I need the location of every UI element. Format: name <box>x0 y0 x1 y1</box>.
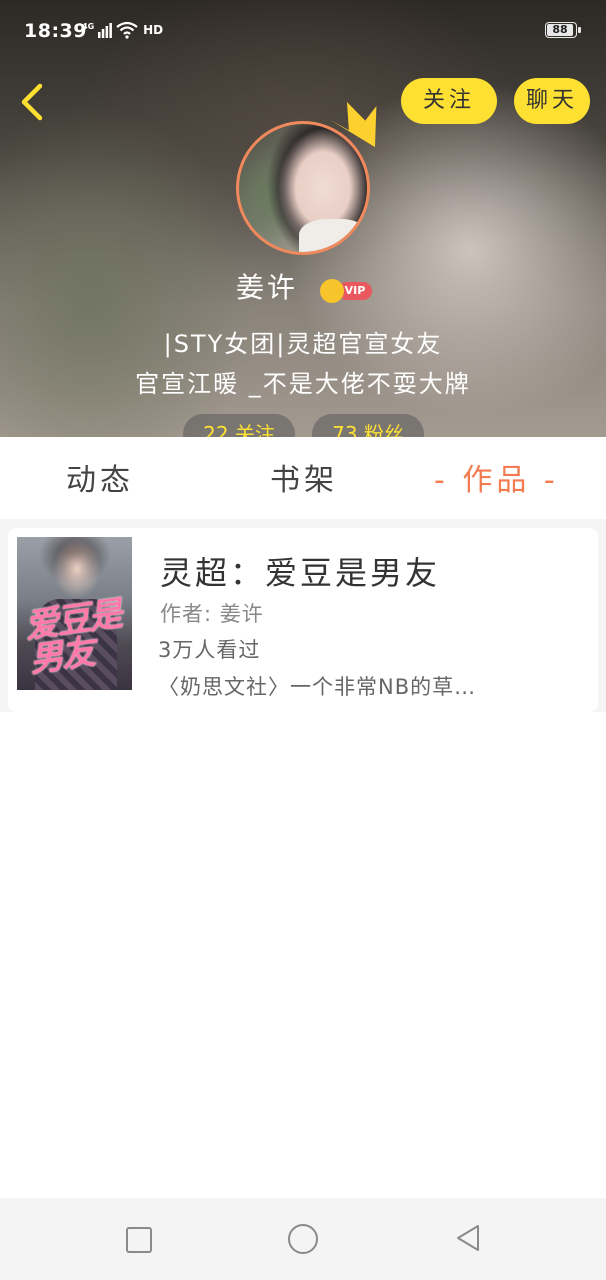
tab-bookshelf[interactable]: 书架 <box>270 455 338 499</box>
vip-badge: VIP <box>320 279 374 303</box>
tab-dynamic[interactable]: 动态 <box>66 455 134 499</box>
system-nav-bar <box>0 1198 606 1280</box>
work-card[interactable]: 爱豆是男友 灵超：爱豆是男友 作者: 姜许 3万人看过 〈奶思文社〉一个非常NB… <box>8 528 598 712</box>
battery-level: 88 <box>552 23 568 36</box>
signal-icon <box>98 23 113 38</box>
profile-header: 18:39 4G HD 88 关注 聊天 姜许 VIP |STY女团|灵超官宣女… <box>0 0 606 437</box>
recent-apps-square-icon[interactable] <box>126 1227 152 1253</box>
crown-icon <box>330 102 377 148</box>
work-author: 作者: 姜许 <box>160 602 264 626</box>
following-count[interactable]: 22 关注 <box>183 414 295 437</box>
work-description: 〈奶思文社〉一个非常NB的草… <box>158 675 477 699</box>
username: 姜许 <box>236 271 299 304</box>
back-triangle-icon[interactable] <box>454 1223 484 1253</box>
tab-bar: 动态 书架 - 作品 - <box>0 437 606 520</box>
work-title: 灵超：爱豆是男友 <box>160 554 441 592</box>
status-bar: 18:39 4G HD 88 <box>0 0 606 46</box>
work-views: 3万人看过 <box>158 638 261 662</box>
cover-title: 爱豆是男友 <box>22 593 123 681</box>
book-cover: 爱豆是男友 <box>17 537 132 690</box>
status-time: 18:39 <box>24 20 87 42</box>
wifi-icon <box>116 21 138 39</box>
battery-icon: 88 <box>545 22 581 38</box>
home-circle-icon[interactable] <box>288 1224 318 1254</box>
bio-line-1: |STY女团|灵超官宣女友 <box>163 330 443 358</box>
hd-indicator: HD <box>143 23 164 37</box>
vip-crown-icon <box>320 279 344 303</box>
tab-works[interactable]: - 作品 - <box>434 455 559 499</box>
fans-count[interactable]: 73 粉丝 <box>312 414 424 437</box>
follow-button[interactable]: 关注 <box>401 78 497 124</box>
username-row: 姜许 VIP <box>0 266 606 312</box>
status-icons: 4G HD <box>82 19 163 41</box>
back-chevron-icon[interactable] <box>14 80 54 124</box>
network-type: 4G <box>82 21 95 31</box>
bio-line-2: 官宣江暖 _不是大佬不耍大牌 <box>135 370 471 398</box>
chat-button[interactable]: 聊天 <box>514 78 590 124</box>
